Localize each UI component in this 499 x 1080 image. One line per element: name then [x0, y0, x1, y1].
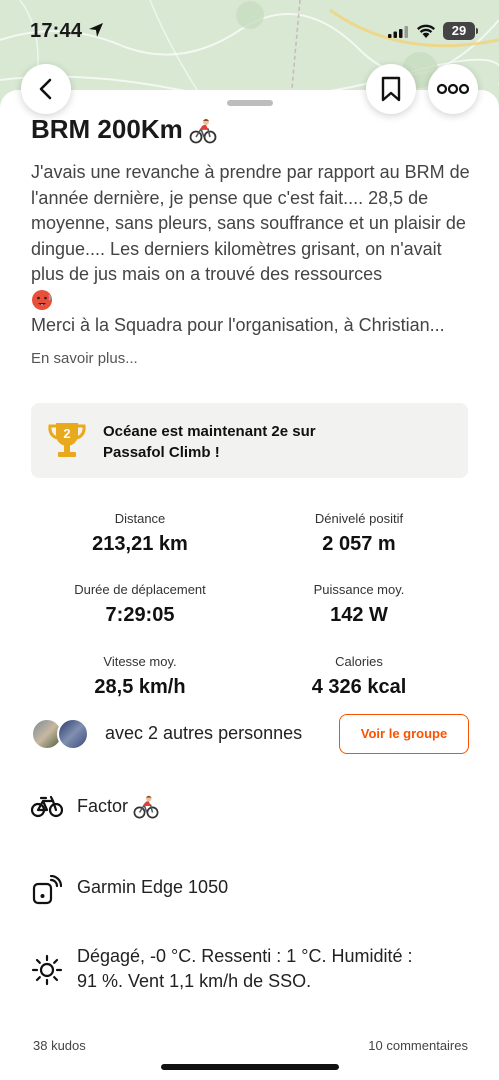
stat-speed-label: Vitesse moy. — [103, 654, 177, 669]
stat-distance: Distance 213,21 km — [40, 511, 240, 556]
back-button[interactable] — [21, 64, 71, 114]
sheet-grabber[interactable] — [227, 100, 273, 106]
description-thanks: Merci à la Squadra pour l'organisation, … — [31, 315, 445, 335]
kudos-count[interactable]: 38 kudos — [33, 1038, 86, 1053]
stat-calories-value: 4 326 kcal — [311, 676, 407, 698]
stat-distance-label: Distance — [114, 511, 166, 526]
cyclist-emoji-icon — [133, 795, 159, 819]
stat-elevation-label: Dénivelé positif — [314, 511, 404, 526]
group-text[interactable]: avec 2 autres personnes — [105, 723, 302, 744]
stat-moving-time: Durée de déplacement 7:29:05 — [40, 582, 240, 627]
home-indicator[interactable] — [161, 1064, 339, 1070]
achievement-text: Océane est maintenant 2e sur Passafol Cl… — [103, 421, 316, 463]
stat-power-value: 142 W — [330, 604, 388, 626]
battery-cap — [476, 28, 478, 34]
cellular-signal-icon — [388, 26, 408, 38]
stat-calories-label: Calories — [335, 654, 383, 669]
stat-elevation: Dénivelé positif 2 057 m — [259, 511, 459, 556]
weather-row: Dégagé, -0 °C. Ressenti : 1 °C. Humidité… — [31, 944, 413, 994]
see-more-link[interactable]: En savoir plus... — [31, 350, 138, 367]
cyclist-emoji-icon — [189, 118, 217, 143]
hot-face-emoji-icon — [32, 290, 52, 311]
wifi-icon — [417, 24, 435, 38]
more-dots-icon — [437, 83, 469, 95]
bookmark-icon — [381, 76, 401, 102]
bicycle-icon — [31, 795, 63, 818]
activity-title-row: BRM 200Km — [31, 114, 217, 145]
activity-description: J'avais une revanche à prendre par rappo… — [31, 160, 471, 339]
status-bar: 17:44 29 — [0, 0, 499, 62]
hot-face-emoji-line — [31, 288, 471, 314]
weather-line-1: Dégagé, -0 °C. Ressenti : 1 °C. Humidité… — [77, 946, 413, 966]
device-name: Garmin Edge 1050 — [77, 877, 229, 897]
group-row: avec 2 autres personnes Voir le groupe — [31, 713, 471, 755]
battery-indicator: 29 — [443, 22, 475, 40]
stat-speed-value: 28,5 km/h — [94, 676, 186, 698]
trophy-icon: 2 — [48, 423, 86, 457]
bike-name: Factor — [77, 796, 129, 816]
achievement-line-1: Océane est maintenant 2e sur — [103, 423, 316, 440]
more-options-button[interactable] — [428, 64, 478, 114]
bookmark-button[interactable] — [366, 64, 416, 114]
activity-title: BRM 200Km — [31, 114, 183, 144]
stat-power: Puissance moy. 142 W — [259, 582, 459, 627]
achievement-line-2: Passafol Climb ! — [103, 444, 220, 461]
comments-count[interactable]: 10 commentaires — [368, 1038, 468, 1053]
stat-moving-time-label: Durée de déplacement — [74, 582, 206, 597]
description-paragraph: J'avais une revanche à prendre par rappo… — [31, 162, 470, 284]
stat-calories: Calories 4 326 kcal — [259, 654, 459, 699]
view-group-button[interactable]: Voir le groupe — [339, 714, 469, 754]
chevron-left-icon — [39, 78, 52, 100]
stat-moving-time-value: 7:29:05 — [105, 604, 175, 626]
stat-elevation-value: 2 057 m — [322, 533, 396, 555]
stat-power-label: Puissance moy. — [313, 582, 405, 597]
sun-icon — [31, 954, 63, 986]
weather-text: Dégagé, -0 °C. Ressenti : 1 °C. Humidité… — [77, 944, 413, 994]
device-row[interactable]: Garmin Edge 1050 — [31, 875, 228, 905]
trophy-rank: 2 — [63, 426, 70, 441]
weather-line-2: 91 %. Vent 1,1 km/h de SSO. — [77, 971, 312, 991]
device-icon — [32, 875, 62, 905]
achievement-banner[interactable]: 2 Océane est maintenant 2e sur Passafol … — [31, 403, 468, 478]
stat-speed: Vitesse moy. 28,5 km/h — [40, 654, 240, 699]
avatar[interactable] — [57, 718, 89, 750]
bike-row[interactable]: Factor — [31, 794, 159, 819]
stat-distance-value: 213,21 km — [92, 533, 188, 555]
status-time: 17:44 — [30, 20, 83, 42]
location-arrow-icon — [89, 23, 103, 37]
